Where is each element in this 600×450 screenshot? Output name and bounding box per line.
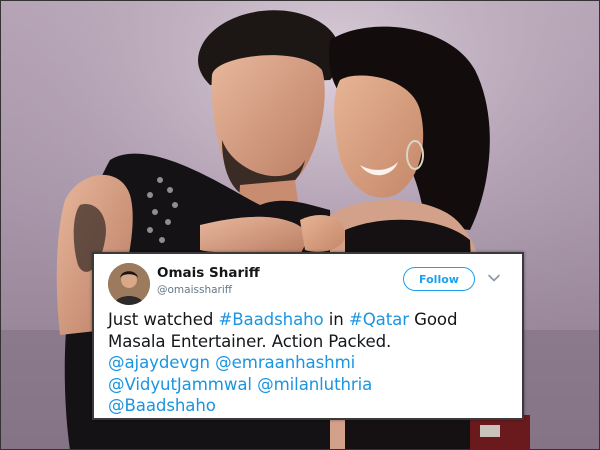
mention-link[interactable]: @VidyutJammwal: [108, 375, 252, 394]
avatar[interactable]: [108, 263, 150, 305]
tweet-text: Just watched #Baadshaho in #Qatar Good M…: [108, 309, 518, 417]
chevron-down-icon[interactable]: [487, 271, 501, 285]
follow-button[interactable]: Follow: [403, 267, 475, 291]
tweet-text-part: Just watched: [108, 310, 219, 329]
mention-link[interactable]: @ajaydevgn: [108, 353, 210, 372]
tweet-text-part: in: [323, 310, 349, 329]
mention-link[interactable]: @emraanhashmi: [215, 353, 355, 372]
hashtag-link[interactable]: #Qatar: [349, 310, 409, 329]
mention-link[interactable]: @Baadshaho: [108, 396, 216, 415]
mention-link[interactable]: @milanluthria: [257, 375, 372, 394]
screenshot-canvas: Omais Shariff @omaisshariff Follow Just …: [0, 0, 600, 450]
hashtag-link[interactable]: #Baadshaho: [218, 310, 323, 329]
display-name[interactable]: Omais Shariff: [157, 265, 260, 281]
tweet-card: Omais Shariff @omaisshariff Follow Just …: [92, 252, 524, 420]
user-handle[interactable]: @omaisshariff: [157, 284, 232, 296]
